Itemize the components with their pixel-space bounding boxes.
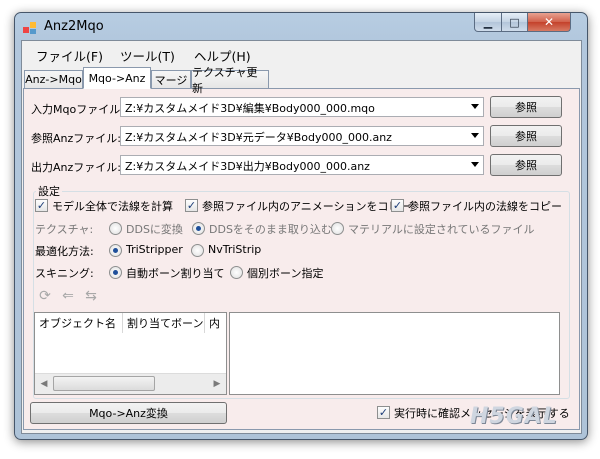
optimize-nvtristrip-label: NvTriStrip <box>208 243 262 256</box>
maximize-icon: □ <box>509 15 520 29</box>
chevron-down-icon <box>471 133 479 138</box>
checkbox-confirm-message[interactable]: ✓ <box>377 406 390 419</box>
maximize-button[interactable]: □ <box>501 13 528 32</box>
scroll-right-icon[interactable]: ▶ <box>209 376 225 392</box>
output-anz-combo[interactable]: Z:¥カスタムメイド3D¥出力¥Body000_000.anz <box>120 155 484 175</box>
scroll-left-icon[interactable]: ◀ <box>36 376 52 392</box>
scrollbar-thumb[interactable] <box>53 376 155 391</box>
output-anz-value: Z:¥カスタムメイド3D¥出力¥Body000_000.anz <box>125 160 370 173</box>
texture-import-dds-label: DDSをそのまま取り込む <box>209 223 332 236</box>
copy-animation-label: 参照ファイル内のアニメーションをコピー <box>202 200 411 213</box>
close-icon: ✕ <box>543 15 555 29</box>
tab-mqo-to-anz[interactable]: Mqo->Anz <box>83 67 151 89</box>
column-object-name[interactable]: オブジェクト名 <box>35 313 123 333</box>
ref-anz-label: 参照Anzファイル: <box>31 132 121 145</box>
optimize-tristripper-label: TriStripper <box>126 243 183 256</box>
browse-ref-button[interactable]: 参照 <box>490 125 562 147</box>
bone-list-textbox[interactable] <box>229 312 560 395</box>
checkbox-calc-normals[interactable]: ✓ <box>35 199 48 212</box>
arrow-left-icon[interactable]: ⇐ <box>60 288 76 304</box>
settings-group-title: 設定 <box>36 183 62 199</box>
output-anz-label: 出力Anzファイル: <box>31 161 121 174</box>
menu-tools[interactable]: ツール(T) <box>120 46 175 65</box>
radio-texture-import-dds[interactable] <box>192 222 205 235</box>
radio-texture-convert-dds[interactable] <box>109 222 122 235</box>
texture-convert-dds-label: DDSに変換 <box>126 223 183 236</box>
copy-normals-label: 参照ファイル内の法線をコピー <box>408 200 562 213</box>
radio-optimize-nvtristrip[interactable] <box>191 244 204 257</box>
ref-anz-combo[interactable]: Z:¥カスタムメイド3D¥元データ¥Body000_000.anz <box>120 126 484 146</box>
skin-auto-label: 自動ボーン割り当て <box>126 267 225 280</box>
tab-anz-to-mqo[interactable]: Anz->Mqo <box>24 70 83 88</box>
convert-button[interactable]: Mqo->Anz変換 <box>30 402 227 424</box>
column-inner[interactable]: 内 <box>205 313 226 333</box>
checkbox-copy-normals[interactable]: ✓ <box>391 199 404 212</box>
skin-manual-label: 個別ボーン指定 <box>247 267 324 280</box>
calc-normals-label: モデル全体で法線を計算 <box>52 200 173 213</box>
input-mqo-combo[interactable]: Z:¥カスタムメイド3D¥編集¥Body000_000.mqo <box>120 97 484 117</box>
radio-optimize-tristripper[interactable] <box>109 244 122 257</box>
close-button[interactable]: ✕ <box>527 13 571 32</box>
browse-input-button[interactable]: 参照 <box>490 96 562 118</box>
window-title: Anz2Mqo <box>44 19 104 34</box>
skinning-label: スキニング: <box>35 267 94 280</box>
texture-material-file-label: マテリアルに設定されているファイル <box>348 223 535 236</box>
chevron-down-icon <box>471 162 479 167</box>
browse-output-button[interactable]: 参照 <box>490 154 562 176</box>
radio-skin-auto[interactable] <box>109 266 122 279</box>
refresh-icon[interactable]: ⟳ <box>37 288 53 304</box>
swap-arrows-icon[interactable]: ⇆ <box>83 288 99 304</box>
menu-file[interactable]: ファイル(F) <box>36 46 103 65</box>
tab-texture-update[interactable]: テクスチャ更新 <box>191 66 269 95</box>
checkbox-copy-animation[interactable]: ✓ <box>185 199 198 212</box>
watermark-logo: H5GAL <box>470 404 558 429</box>
input-mqo-value: Z:¥カスタムメイド3D¥編集¥Body000_000.mqo <box>125 102 375 115</box>
radio-texture-material-file[interactable] <box>331 222 344 235</box>
input-mqo-label: 入力Mqoファイル: <box>31 103 124 116</box>
minimize-button[interactable]: ▁ <box>474 13 502 32</box>
app-icon <box>23 22 36 34</box>
texture-label: テクスチャ: <box>35 223 94 236</box>
ref-anz-value: Z:¥カスタムメイド3D¥元データ¥Body000_000.anz <box>125 131 392 144</box>
menu-help[interactable]: ヘルプ(H) <box>194 46 251 65</box>
radio-skin-manual[interactable] <box>230 266 243 279</box>
chevron-down-icon <box>471 104 479 109</box>
optimize-label: 最適化方法: <box>35 245 94 258</box>
tab-merge[interactable]: マージ <box>151 70 191 88</box>
minimize-icon: ▁ <box>483 15 493 29</box>
column-assigned-bone[interactable]: 割り当てボーン <box>123 313 205 333</box>
